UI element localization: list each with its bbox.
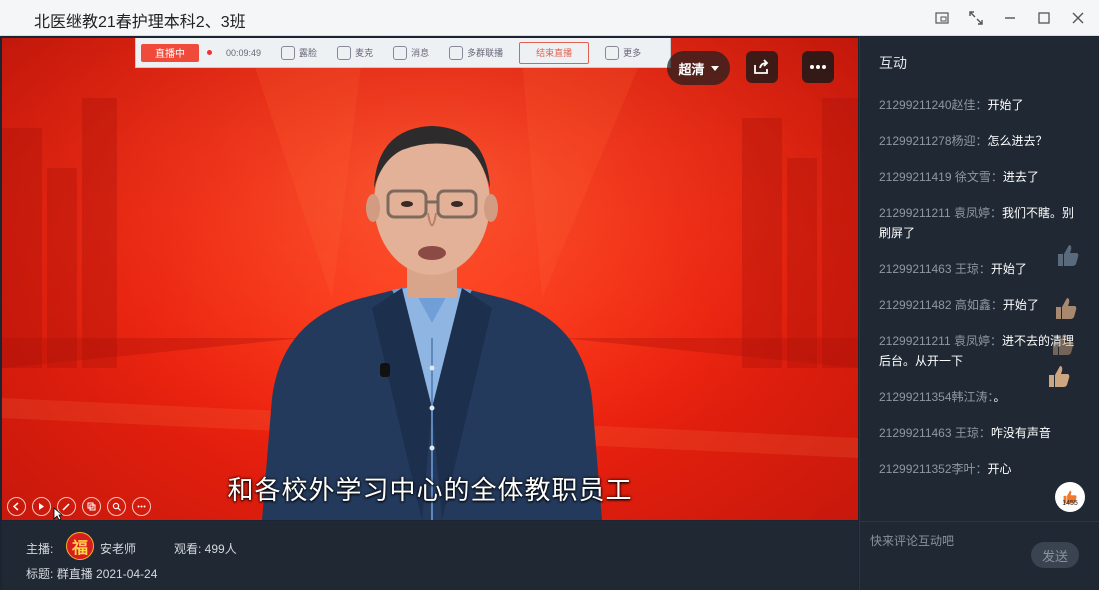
chat-sender: 21299211419 徐文雪： [879, 170, 1003, 184]
window-controls [931, 8, 1089, 28]
copy-icon[interactable] [82, 497, 101, 516]
restore-window-icon[interactable] [931, 8, 953, 28]
floating-like-icon [1056, 298, 1077, 319]
chat-text: 怎么进去？ [987, 134, 1048, 148]
host-label: 主播: [26, 542, 54, 556]
chat-text: 咋没有声音 [990, 426, 1051, 440]
presenter-figure [262, 126, 602, 520]
quality-label: 超清 [678, 61, 705, 77]
topic-label: 标题: [26, 567, 54, 581]
panel-title: 互动 [879, 55, 907, 71]
live-window: 北医继教21春护理本科2、3班 和各校外学习中心的全体教职员工 直播中 00:0… [0, 0, 1099, 590]
chat-sender: 21299211240赵佳： [879, 98, 988, 112]
studio-item-more: 更多 [605, 45, 642, 60]
chat-sender: 21299211352李叶： [879, 462, 988, 476]
floating-like-icon [1049, 366, 1070, 387]
chat-text: 开始了 [990, 262, 1027, 276]
chat-message: 21299211354韩江涛：。 [879, 387, 1084, 407]
share-icon [754, 59, 769, 74]
avatar[interactable]: 福 [66, 532, 94, 560]
play-icon[interactable] [32, 497, 51, 516]
chat-text: 。 [993, 390, 1006, 404]
chat-message: 21299211240赵佳：开始了 [879, 95, 1084, 115]
chat-text: 开始了 [987, 98, 1024, 112]
chevron-down-icon [710, 65, 719, 71]
close-icon[interactable] [1067, 8, 1089, 28]
window-title: 北医继教21春护理本科2、3班 [34, 14, 246, 31]
chat-message: 21299211463 王琼：咋没有声音 [879, 423, 1084, 443]
quality-select[interactable]: 超清 [667, 51, 730, 85]
chat-text: 进去了 [1002, 170, 1039, 184]
ellipsis-icon [810, 65, 826, 69]
more-icon[interactable] [132, 497, 151, 516]
mouse-cursor-icon [53, 507, 63, 520]
share-button[interactable] [746, 51, 778, 83]
chat-sender: 21299211463 王琼： [879, 262, 991, 276]
live-status-badge: 直播中 [141, 43, 199, 62]
floating-like-icon [1053, 334, 1074, 355]
studio-item-label: 更多 [623, 48, 642, 58]
message-icon [393, 45, 408, 60]
studio-item-label: 露脸 [299, 48, 318, 58]
prev-icon[interactable] [7, 497, 26, 516]
end-live-button: 结束直播 [519, 41, 590, 64]
live-video[interactable]: 和各校外学习中心的全体教职员工 直播中 00:09:49 露脸 麦克 消息 多群… [2, 38, 858, 520]
chat-message: 21299211278杨迎：怎么进去？ [879, 131, 1084, 151]
studio-item-label: 麦克 [355, 48, 374, 58]
floating-like-icon [1058, 245, 1079, 266]
camera-icon [281, 45, 296, 60]
title-bar: 北医继教21春护理本科2、3班 [0, 0, 1099, 36]
zoom-icon[interactable] [107, 497, 126, 516]
chat-text: 开心 [987, 462, 1012, 476]
comment-input[interactable] [870, 530, 1030, 552]
studio-item-mic: 麦克 [337, 45, 374, 60]
recording-dot-icon [207, 50, 212, 55]
chat-sender: 21299211482 高如鑫： [879, 298, 1003, 312]
chat-message: 21299211352李叶：开心 [879, 459, 1084, 479]
like-button[interactable] [1055, 482, 1085, 512]
chat-message: 21299211419 徐文雪：进去了 [879, 167, 1084, 187]
studio-control-bar: 直播中 00:09:49 露脸 麦克 消息 多群联播 结束直播 更多 [135, 38, 671, 68]
studio-item-camera: 露脸 [281, 45, 318, 60]
minimize-icon[interactable] [999, 8, 1021, 28]
interaction-panel: 互动 21299211240赵佳：开始了 21299211278杨迎：怎么进去？… [859, 37, 1099, 590]
chat-sender: 21299211211 袁凤婷： [879, 334, 1002, 348]
topic-text: 群直播 2021-04-24 [56, 567, 158, 581]
maximize-icon[interactable] [1033, 8, 1055, 28]
chat-sender: 21299211278杨迎： [879, 134, 988, 148]
live-elapsed-time: 00:09:49 [226, 47, 262, 58]
chat-sender: 21299211211 袁凤婷： [879, 206, 1002, 220]
multigroup-icon [449, 45, 464, 60]
chat-sender: 21299211354韩江涛： [879, 390, 994, 404]
host-name: 安老师 [100, 542, 137, 556]
avatar-char: 福 [71, 538, 88, 557]
studio-item-message: 消息 [393, 45, 430, 60]
studio-item-label: 消息 [411, 48, 430, 58]
topic-line: 标题: 群直播 2021-04-24 [26, 565, 157, 582]
chat-message: 21299211211 袁凤婷：我们不瞎。别刷屏了 [879, 203, 1084, 243]
chat-text: 开始了 [1002, 298, 1039, 312]
like-count: 1455 [1062, 500, 1078, 507]
comment-area: 发送 [860, 521, 1099, 590]
chat-sender: 21299211463 王琼： [879, 426, 991, 440]
chat-message: 21299211463 王琼：开始了 [879, 259, 1084, 279]
more-options-button[interactable] [802, 51, 834, 83]
video-toolbar [7, 497, 151, 516]
studio-item-multigroup: 多群联播 [449, 45, 504, 60]
live-info-bar: 主播: 福 安老师 观看: 499人 标题: 群直播 2021-04-24 [2, 521, 858, 590]
studio-item-label: 多群联播 [467, 48, 504, 58]
microphone-icon [337, 45, 352, 60]
grid-icon [605, 45, 620, 60]
fullscreen-icon[interactable] [965, 8, 987, 28]
viewer-count: 观看: 499人 [174, 542, 237, 556]
send-button[interactable]: 发送 [1031, 542, 1079, 568]
